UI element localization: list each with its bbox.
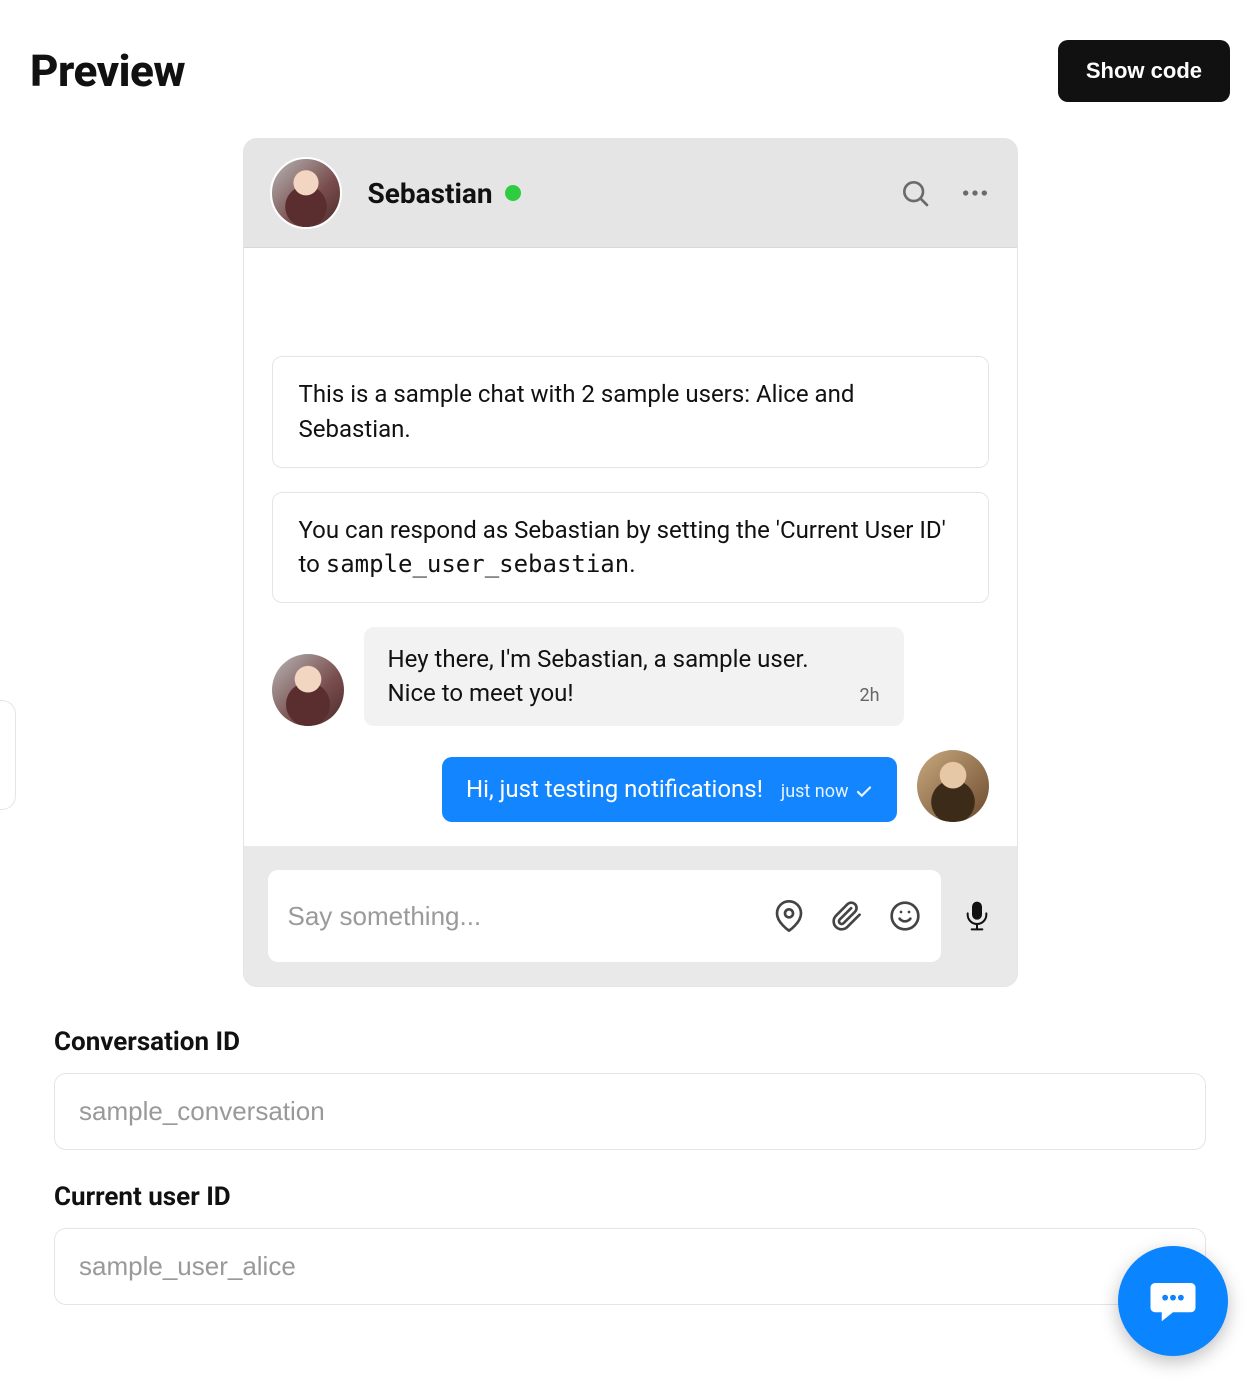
microphone-icon[interactable] xyxy=(961,896,993,936)
message-row-incoming: Hey there, I'm Sebastian, a sample user.… xyxy=(272,627,989,726)
message-text: Hi, just testing notifications! xyxy=(466,773,763,807)
sender-avatar-alice[interactable] xyxy=(917,750,989,822)
location-pin-icon[interactable] xyxy=(773,900,805,932)
chat-body: This is a sample chat with 2 sample user… xyxy=(244,248,1017,846)
composer xyxy=(268,870,941,962)
conversation-id-input[interactable] xyxy=(54,1073,1206,1150)
message-time: 2h xyxy=(859,683,879,710)
chat-bubble-icon xyxy=(1146,1274,1200,1328)
current-user-id-label: Current user ID xyxy=(54,1182,1206,1212)
message-time: just now xyxy=(781,779,849,804)
prev-slide-button[interactable] xyxy=(0,700,16,810)
smiley-icon[interactable] xyxy=(889,900,921,932)
show-code-button[interactable]: Show code xyxy=(1058,40,1230,102)
message-bubble-outgoing: Hi, just testing notifications! just now xyxy=(442,757,897,823)
status-online-icon xyxy=(505,185,521,201)
message-bubble-incoming: Hey there, I'm Sebastian, a sample user.… xyxy=(364,627,904,726)
system-message: You can respond as Sebastian by setting … xyxy=(272,492,989,604)
participant-name: Sebastian xyxy=(368,177,493,210)
current-user-id-input[interactable] xyxy=(54,1228,1206,1305)
sender-avatar-sebastian[interactable] xyxy=(272,654,344,726)
check-icon xyxy=(855,783,873,801)
message-text: Hey there, I'm Sebastian, a sample user.… xyxy=(388,643,842,710)
chat-footer xyxy=(244,846,1017,986)
message-row-outgoing: Hi, just testing notifications! just now xyxy=(272,750,989,822)
more-icon[interactable] xyxy=(959,177,991,209)
system-message-text: This is a sample chat with 2 sample user… xyxy=(299,380,855,443)
system-message-code: sample_user_sebastian xyxy=(326,550,629,578)
composer-input[interactable] xyxy=(288,901,773,932)
chat-widget: Sebastian This is a sample chat with 2 s… xyxy=(243,138,1018,987)
conversation-id-label: Conversation ID xyxy=(54,1027,1206,1057)
paperclip-icon[interactable] xyxy=(831,900,863,932)
participant-avatar[interactable] xyxy=(270,157,342,229)
chat-fab-button[interactable] xyxy=(1118,1246,1228,1356)
system-message-text: . xyxy=(629,550,635,578)
page-title: Preview xyxy=(30,45,185,97)
search-icon[interactable] xyxy=(899,177,931,209)
system-message: This is a sample chat with 2 sample user… xyxy=(272,356,989,468)
chat-header: Sebastian xyxy=(244,139,1017,248)
